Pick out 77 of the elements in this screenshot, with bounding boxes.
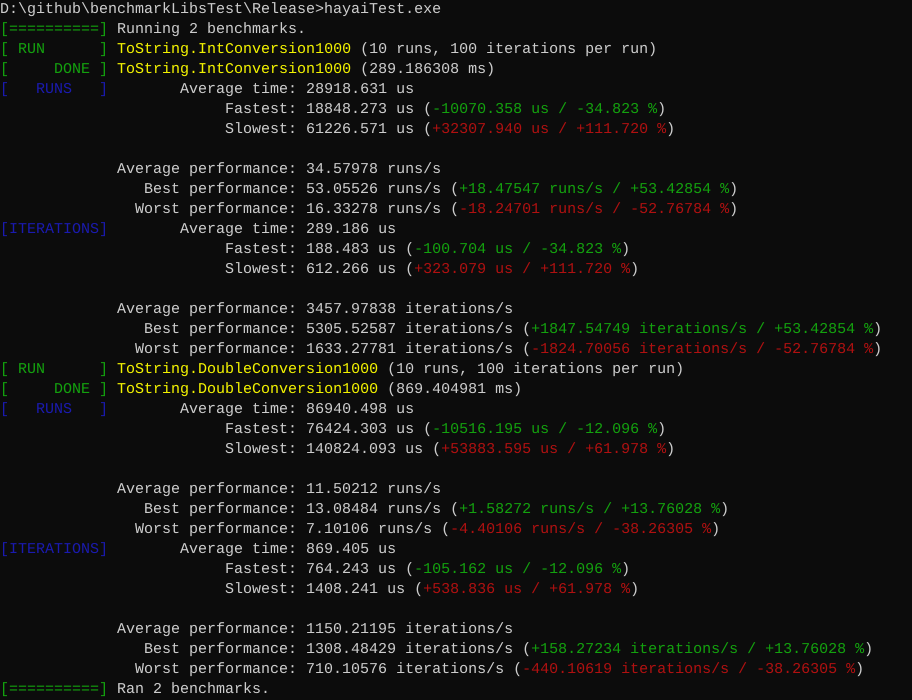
- status-tag: [==========]: [0, 20, 108, 40]
- regression-value: +323.079 us / +111.720 %: [414, 260, 630, 280]
- console-text: ): [864, 640, 874, 660]
- status-tag: [ RUN ]: [0, 360, 108, 380]
- improvement-value: -100.704 us / -34.823 %: [414, 240, 622, 260]
- console-text: Slowest: 612.266 us (: [224, 260, 414, 280]
- console-text: Average time: 289.186 us: [179, 220, 396, 240]
- console-text: Average performance: 3457.97838 iterations/s: [116, 300, 514, 320]
- regression-value: +32307.940 us / +111.720 %: [432, 120, 666, 140]
- console-text: Average time: 869.405 us: [179, 540, 396, 560]
- console-text: ): [711, 520, 720, 540]
- console-text: Worst performance: 16.33278 runs/s (: [134, 200, 460, 220]
- improvement-value: -10516.195 us / -12.096 %: [432, 420, 658, 440]
- regression-value: -18.24701 runs/s / -52.76784 %: [459, 200, 730, 220]
- console-text: Running 2 benchmarks.: [117, 20, 306, 40]
- console-text: Slowest: 140824.093 us (: [224, 440, 442, 460]
- console-text: ): [630, 580, 640, 600]
- console-text: Fastest: 764.243 us (: [224, 560, 414, 580]
- console-text: ): [621, 560, 630, 580]
- console-text: Worst performance: 1633.27781 iterations/s (: [134, 340, 532, 360]
- console-text: ): [666, 440, 676, 460]
- console-text: ): [621, 240, 630, 260]
- improvement-value: +1847.54749 iterations/s / +53.42854 %: [531, 320, 874, 340]
- status-tag: [==========]: [0, 680, 108, 700]
- benchmark-name: ToString.DoubleConversion1000: [117, 360, 378, 380]
- console-text: ): [729, 200, 738, 220]
- console-text: Worst performance: 710.10576 iterations/s (: [134, 660, 522, 680]
- console-text: Ran 2 benchmarks.: [117, 680, 270, 700]
- console-text: Fastest: 188.483 us (: [224, 240, 414, 260]
- benchmark-name: ToString.IntConversion1000: [117, 60, 352, 80]
- status-tag: [ITERATIONS]: [0, 220, 108, 240]
- console-text: Slowest: 1408.241 us (: [224, 580, 424, 600]
- console-text: (869.404981 ms): [386, 380, 522, 400]
- console-text: Fastest: 76424.303 us (: [224, 420, 432, 440]
- status-tag: [ DONE ]: [0, 380, 108, 400]
- console-text: (289.186308 ms): [359, 60, 496, 80]
- status-tag: [ RUNS ]: [0, 400, 108, 420]
- console-text: Best performance: 53.05526 runs/s (: [143, 180, 460, 200]
- status-tag: [ RUNS ]: [0, 80, 108, 100]
- console-text: D:\github\benchmarkLibsTest\Release>hayaiTest.exe: [0, 0, 442, 20]
- console-text: Average time: 28918.631 us: [179, 80, 414, 100]
- regression-value: -440.10619 iterations/s / -38.26305 %: [522, 660, 856, 680]
- console-text: ): [873, 320, 882, 340]
- status-tag: [ DONE ]: [0, 60, 108, 80]
- improvement-value: -10070.358 us / -34.823 %: [432, 100, 658, 120]
- console-text: ): [666, 120, 676, 140]
- improvement-value: +1.58272 runs/s / +13.76028 %: [459, 500, 720, 520]
- regression-value: -1824.70056 iterations/s / -52.76784 %: [531, 340, 874, 360]
- console-text: ): [720, 500, 730, 520]
- improvement-value: +158.27234 iterations/s / +13.76028 %: [531, 640, 864, 660]
- console-text: Average performance: 1150.21195 iterations/s: [116, 620, 514, 640]
- benchmark-name: ToString.IntConversion1000: [117, 40, 352, 60]
- console-text: ): [657, 100, 666, 120]
- console-text: Average performance: 34.57978 runs/s: [116, 160, 442, 180]
- improvement-value: +18.47547 runs/s / +53.42854 %: [459, 180, 730, 200]
- console-text: Best performance: 13.08484 runs/s (: [143, 500, 460, 520]
- status-tag: [ITERATIONS]: [0, 540, 108, 560]
- console-text: Best performance: 1308.48429 iterations/s (: [143, 640, 532, 660]
- console-text: ): [855, 660, 864, 680]
- console-text: ): [873, 340, 882, 360]
- console-text: Worst performance: 7.10106 runs/s (: [134, 520, 450, 540]
- benchmark-name: ToString.DoubleConversion1000: [117, 380, 378, 400]
- console-text: Average time: 86940.498 us: [179, 400, 414, 420]
- console-text: ): [729, 180, 738, 200]
- console-text: Fastest: 18848.273 us (: [224, 100, 432, 120]
- console-text: Best performance: 5305.52587 iterations/s (: [143, 320, 532, 340]
- regression-value: +53883.595 us / +61.978 %: [441, 440, 666, 460]
- regression-value: +538.836 us / +61.978 %: [423, 580, 630, 600]
- console-text: Average performance: 11.50212 runs/s: [116, 480, 442, 500]
- regression-value: -4.40106 runs/s / -38.26305 %: [450, 520, 712, 540]
- improvement-value: -105.162 us / -12.096 %: [414, 560, 622, 580]
- console-text: ): [657, 420, 666, 440]
- status-tag: [ RUN ]: [0, 40, 108, 60]
- console-text: Slowest: 61226.571 us (: [224, 120, 432, 140]
- console-text: (10 runs, 100 iterations per run): [386, 360, 684, 380]
- console-text: ): [630, 260, 640, 280]
- console-text: (10 runs, 100 iterations per run): [359, 40, 658, 60]
